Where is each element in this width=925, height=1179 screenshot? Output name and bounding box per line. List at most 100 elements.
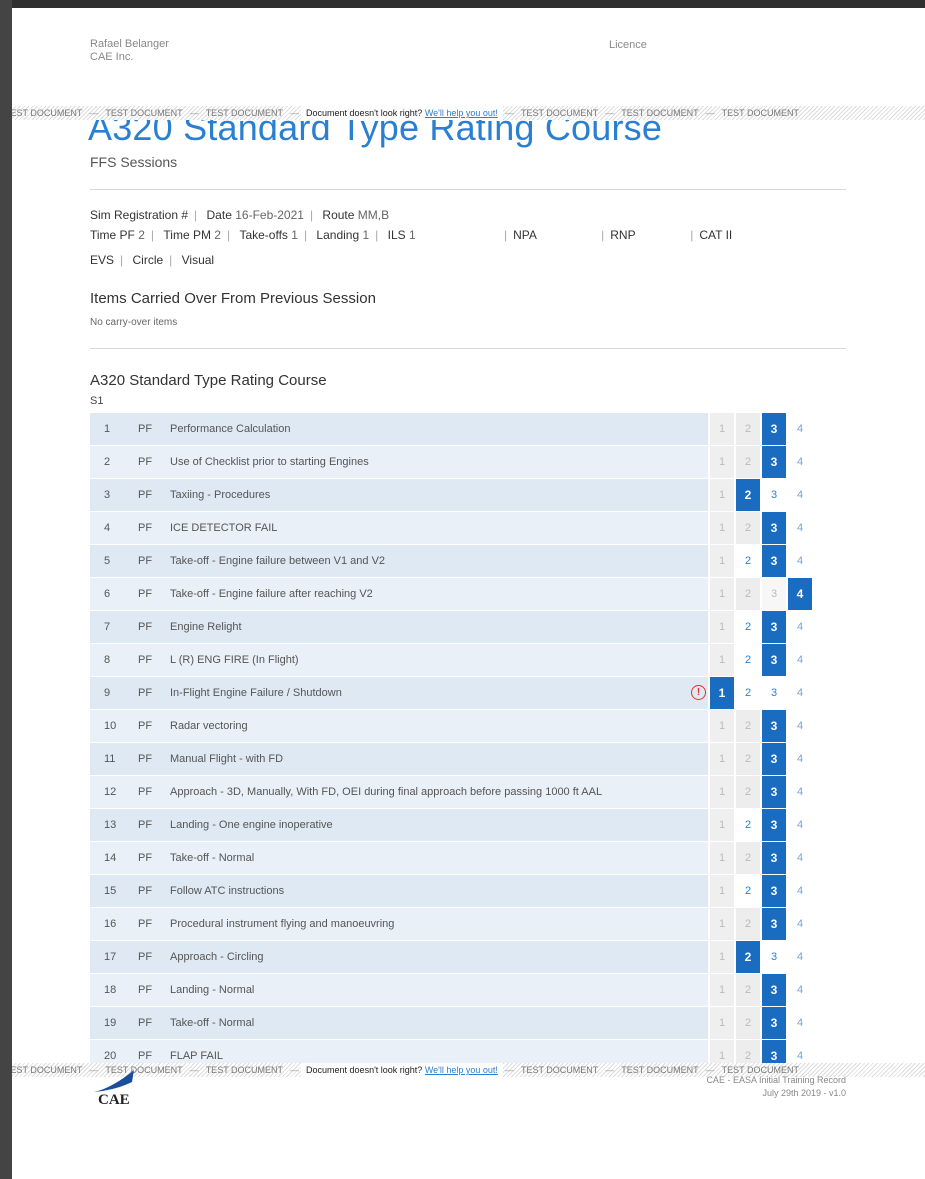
grade-4-button[interactable]: 4 (788, 974, 812, 1006)
grade-1-button[interactable]: 1 (710, 545, 734, 577)
grade-2-button[interactable]: 2 (736, 446, 760, 478)
table-row: 2 PF Use of Checklist prior to starting … (90, 446, 846, 479)
grade-3-button[interactable]: 3 (762, 446, 786, 478)
grade-4-button[interactable]: 4 (788, 677, 812, 709)
grade-4-button[interactable]: 4 (788, 908, 812, 940)
grade-3-button[interactable]: 3 (762, 875, 786, 907)
footer-info: CAE - EASA Initial Training Record July … (706, 1074, 846, 1100)
grade-3-button[interactable]: 3 (762, 578, 786, 610)
grade-2-button[interactable]: 2 (736, 842, 760, 874)
grade-1-button[interactable]: 1 (710, 446, 734, 478)
grade-4-button[interactable]: 4 (788, 578, 812, 610)
grade-2-button[interactable]: 2 (736, 941, 760, 973)
grade-2-button[interactable]: 2 (736, 710, 760, 742)
grade-1-button[interactable]: 1 (710, 842, 734, 874)
grade-1-button[interactable]: 1 (710, 974, 734, 1006)
grade-4-button[interactable]: 4 (788, 875, 812, 907)
grade-1-button[interactable]: 1 (710, 479, 734, 511)
banner-help-link[interactable]: We'll help you out! (425, 106, 498, 120)
grade-1-button[interactable]: 1 (710, 908, 734, 940)
grade-1-button[interactable]: 1 (710, 776, 734, 808)
banner-tag: TEST DOCUMENT (205, 1065, 284, 1075)
grade-3-button[interactable]: 3 (762, 974, 786, 1006)
grade-1-button[interactable]: 1 (710, 710, 734, 742)
item-cell: 12 PF Approach - 3D, Manually, With FD, … (90, 776, 708, 808)
grade-3-button[interactable]: 3 (762, 941, 786, 973)
viewer-left-edge (0, 0, 12, 1179)
grade-1-button[interactable]: 1 (710, 1007, 734, 1039)
grade-2-button[interactable]: 2 (736, 644, 760, 676)
grade-2-button[interactable]: 2 (736, 479, 760, 511)
grade-3-button[interactable]: 3 (762, 710, 786, 742)
grade-1-button[interactable]: 1 (710, 644, 734, 676)
grade-3-button[interactable]: 3 (762, 677, 786, 709)
grade-1-button[interactable]: 1 (710, 743, 734, 775)
grade-3-button[interactable]: 3 (762, 644, 786, 676)
grade-3-button[interactable]: 3 (762, 842, 786, 874)
grade-3-button[interactable]: 3 (762, 908, 786, 940)
grade-2-button[interactable]: 2 (736, 545, 760, 577)
grade-4-button[interactable]: 4 (788, 413, 812, 445)
grade-3-button[interactable]: 3 (762, 743, 786, 775)
grade-1-button[interactable]: 1 (710, 941, 734, 973)
grade-4-button[interactable]: 4 (788, 710, 812, 742)
grade-2-button[interactable]: 2 (736, 809, 760, 841)
cae-logo: CAE (94, 1070, 134, 1106)
grade-2-button[interactable]: 2 (736, 677, 760, 709)
grade-4-button[interactable]: 4 (788, 446, 812, 478)
grade-3-button[interactable]: 3 (762, 611, 786, 643)
banner-dash: — (189, 108, 199, 118)
npa-label: NPA (513, 228, 537, 242)
landing-label: Landing (316, 228, 360, 242)
grade-1-button[interactable]: 1 (710, 578, 734, 610)
grade-1-button[interactable]: 1 (710, 512, 734, 544)
grade-4-button[interactable]: 4 (788, 1007, 812, 1039)
grade-4-button[interactable]: 4 (788, 545, 812, 577)
grade-4-button[interactable]: 4 (788, 611, 812, 643)
grade-3-button[interactable]: 3 (762, 479, 786, 511)
grade-4-button[interactable]: 4 (788, 842, 812, 874)
grade-2-button[interactable]: 2 (736, 743, 760, 775)
grade-4-button[interactable]: 4 (788, 644, 812, 676)
grade-2-button[interactable]: 2 (736, 875, 760, 907)
divider (90, 348, 846, 349)
rnp-label: RNP (610, 228, 636, 242)
ils-label: ILS (387, 228, 406, 242)
grade-1-button[interactable]: 1 (710, 677, 734, 709)
grade-4-button[interactable]: 4 (788, 479, 812, 511)
grade-2-button[interactable]: 2 (736, 611, 760, 643)
grade-2-button[interactable]: 2 (736, 974, 760, 1006)
grade-3-button[interactable]: 3 (762, 545, 786, 577)
item-description: In-Flight Engine Failure / Shutdown (170, 687, 342, 699)
banner-help-link[interactable]: We'll help you out! (425, 1063, 498, 1077)
grade-4-button[interactable]: 4 (788, 512, 812, 544)
item-number: 16 (104, 918, 117, 930)
grade-1-button[interactable]: 1 (710, 875, 734, 907)
item-role: PF (138, 1017, 153, 1029)
grade-4-button[interactable]: 4 (788, 776, 812, 808)
grade-2-button[interactable]: 2 (736, 512, 760, 544)
item-cell: 18 PF Landing - Normal (90, 974, 708, 1006)
banner-dash: — (290, 108, 300, 118)
session-info-line-2: Time PF 2 | Time PM 2 | Take-offs 1 | Landi… (90, 228, 416, 242)
grade-2-button[interactable]: 2 (736, 776, 760, 808)
grade-2-button[interactable]: 2 (736, 578, 760, 610)
warning-icon: ! (691, 685, 706, 700)
grade-3-button[interactable]: 3 (762, 512, 786, 544)
grade-2-button[interactable]: 2 (736, 908, 760, 940)
grade-2-button[interactable]: 2 (736, 1007, 760, 1039)
grade-3-button[interactable]: 3 (762, 809, 786, 841)
grade-1-button[interactable]: 1 (710, 413, 734, 445)
grade-4-button[interactable]: 4 (788, 743, 812, 775)
grade-1-button[interactable]: 1 (710, 809, 734, 841)
grade-2-button[interactable]: 2 (736, 413, 760, 445)
grade-3-button[interactable]: 3 (762, 776, 786, 808)
banner-dash: — (705, 108, 715, 118)
grade-4-button[interactable]: 4 (788, 809, 812, 841)
grade-1-button[interactable]: 1 (710, 611, 734, 643)
grade-4-button[interactable]: 4 (788, 941, 812, 973)
item-description: Taxiing - Procedures (170, 489, 271, 501)
grade-3-button[interactable]: 3 (762, 413, 786, 445)
grade-3-button[interactable]: 3 (762, 1007, 786, 1039)
banner-message: Document doesn't look right? We'll help … (301, 1063, 503, 1077)
